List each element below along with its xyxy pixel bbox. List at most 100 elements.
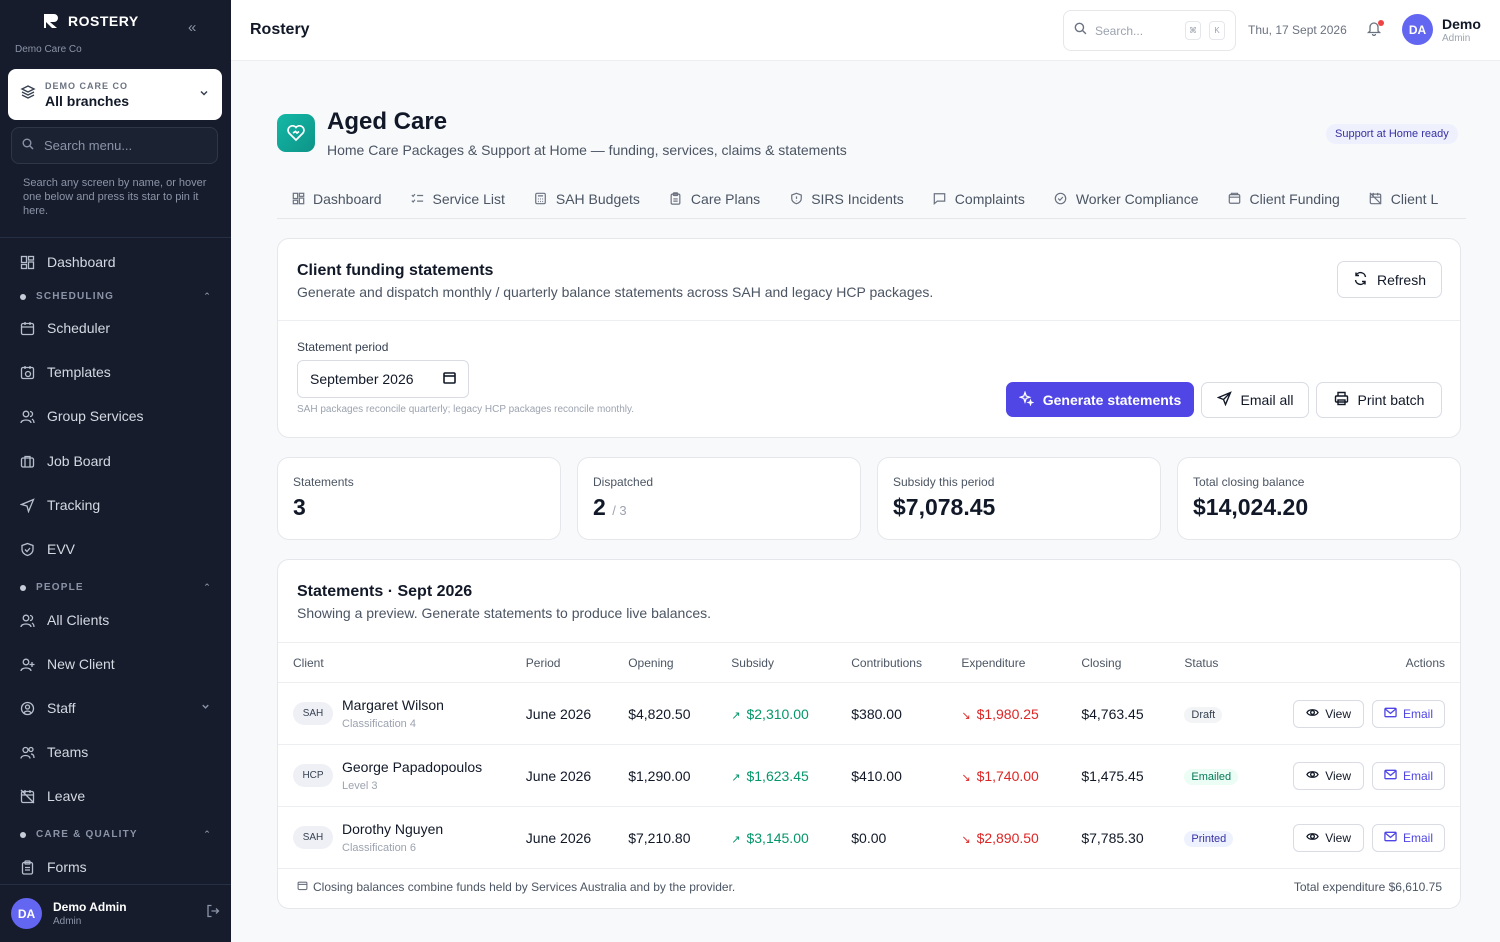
period-month-input[interactable]: September 2026 bbox=[297, 360, 469, 398]
column-header[interactable]: Contributions bbox=[851, 642, 962, 683]
menu-search-input[interactable] bbox=[44, 138, 204, 153]
sidebar-item-label: New Client bbox=[47, 656, 115, 672]
column-header: Actions bbox=[1293, 642, 1460, 683]
client-name[interactable]: Margaret Wilson bbox=[342, 697, 444, 713]
expenditure-value: $1,980.25 bbox=[976, 705, 1039, 722]
wallet-icon bbox=[297, 880, 308, 894]
layers-icon bbox=[20, 84, 36, 105]
sidebar-item-new-client[interactable]: New Client bbox=[8, 646, 222, 682]
menu-search[interactable] bbox=[11, 127, 218, 164]
email-button[interactable]: Email bbox=[1371, 823, 1445, 852]
client-name[interactable]: Dorothy Nguyen bbox=[342, 821, 443, 837]
mail-icon bbox=[1384, 706, 1397, 722]
sidebar-item-all-clients[interactable]: All Clients bbox=[8, 602, 222, 638]
tab-client-leave[interactable]: Client L bbox=[1355, 180, 1453, 217]
user-name: Demo Admin bbox=[53, 900, 127, 914]
view-button[interactable]: View bbox=[1293, 699, 1364, 728]
period-value: September 2026 bbox=[310, 371, 414, 387]
sidebar-item-tracking[interactable]: Tracking bbox=[8, 487, 222, 523]
column-header[interactable]: Subsidy bbox=[731, 642, 852, 683]
refresh-button[interactable]: Refresh bbox=[1337, 261, 1442, 298]
column-header[interactable]: Opening bbox=[628, 642, 732, 683]
stat-statements: Statements 3 bbox=[277, 457, 561, 540]
closing-cell: $1,475.45 bbox=[1081, 744, 1185, 807]
column-header[interactable]: Expenditure bbox=[961, 642, 1082, 683]
client-name[interactable]: George Papadopoulos bbox=[342, 759, 482, 775]
contributions-cell: $380.00 bbox=[851, 682, 962, 745]
sidebar-item-job-board[interactable]: Job Board bbox=[8, 443, 222, 479]
column-header[interactable]: Client bbox=[278, 642, 526, 683]
contributions-cell: $410.00 bbox=[851, 744, 962, 807]
expenditure-value: $1,740.00 bbox=[976, 767, 1039, 784]
user-role: Admin bbox=[1442, 32, 1471, 44]
stat-number: 2 bbox=[593, 494, 606, 520]
tab-sirs-incidents[interactable]: SIRS Incidents bbox=[775, 180, 919, 217]
view-button[interactable]: View bbox=[1293, 823, 1364, 852]
users-icon bbox=[19, 612, 35, 628]
email-all-button[interactable]: Email all bbox=[1201, 382, 1309, 418]
column-header[interactable]: Closing bbox=[1081, 642, 1185, 683]
chevron-down-icon bbox=[198, 87, 210, 102]
view-button[interactable]: View bbox=[1293, 761, 1364, 790]
sidebar-item-group-services[interactable]: Group Services bbox=[8, 398, 222, 434]
generate-statements-button[interactable]: Generate statements bbox=[1006, 382, 1194, 417]
tab-worker-compliance[interactable]: Worker Compliance bbox=[1040, 180, 1214, 217]
search-icon bbox=[22, 137, 34, 155]
stat-value: 2 / 3 bbox=[593, 494, 627, 521]
section-label: CARE & QUALITY bbox=[36, 829, 138, 840]
sidebar-item-dashboard[interactable]: Dashboard bbox=[8, 244, 222, 280]
tab-dashboard[interactable]: Dashboard bbox=[277, 180, 397, 217]
email-button[interactable]: Email bbox=[1371, 761, 1445, 790]
tab-care-plans[interactable]: Care Plans bbox=[655, 180, 775, 217]
sidebar-item-scheduler[interactable]: Scheduler bbox=[8, 310, 222, 346]
sidebar-user[interactable]: DA Demo Admin Admin bbox=[0, 884, 231, 942]
tab-complaints[interactable]: Complaints bbox=[919, 180, 1040, 217]
sidebar-item-leave[interactable]: Leave bbox=[8, 778, 222, 814]
opening-cell: $1,290.00 bbox=[628, 744, 732, 807]
user-menu[interactable]: DA Demo Admin bbox=[1402, 14, 1481, 45]
notification-dot bbox=[1378, 20, 1384, 26]
tab-label: Dashboard bbox=[313, 190, 382, 207]
section-people[interactable]: PEOPLE ⌃ bbox=[20, 582, 212, 593]
tab-label: Service List bbox=[432, 190, 505, 207]
tab-service-list[interactable]: Service List bbox=[397, 180, 520, 217]
page-subtitle: Home Care Packages & Support at Home — f… bbox=[327, 142, 847, 158]
grid-icon bbox=[291, 192, 305, 206]
tab-sah-budgets[interactable]: SAH Budgets bbox=[520, 180, 655, 217]
column-header[interactable]: Status bbox=[1184, 642, 1294, 683]
period-cell: June 2026 bbox=[525, 806, 629, 869]
sidebar-item-templates[interactable]: Templates bbox=[8, 354, 222, 390]
print-batch-button[interactable]: Print batch bbox=[1316, 382, 1442, 418]
avatar: DA bbox=[11, 898, 42, 929]
sidebar-item-staff[interactable]: Staff bbox=[8, 690, 222, 726]
user-plus-icon bbox=[19, 656, 35, 672]
opening-cell: $7,210.80 bbox=[628, 806, 732, 869]
eye-icon bbox=[1306, 768, 1319, 784]
section-scheduling[interactable]: SCHEDULING ⌃ bbox=[20, 291, 212, 302]
section-care-quality[interactable]: CARE & QUALITY ⌃ bbox=[20, 829, 212, 840]
client-classification: Level 3 bbox=[342, 780, 378, 792]
bell-icon[interactable] bbox=[1366, 20, 1384, 38]
status-badge: Emailed bbox=[1184, 768, 1239, 785]
logout-icon[interactable] bbox=[206, 904, 220, 923]
stat-label: Statements bbox=[293, 475, 354, 489]
stat-number: 3 bbox=[293, 494, 306, 520]
column-header[interactable]: Period bbox=[525, 642, 629, 683]
tab-client-funding[interactable]: Client Funding bbox=[1214, 180, 1355, 217]
statements-table: Client Period Opening Subsidy Contributi… bbox=[278, 642, 1460, 869]
sidebar-item-evv[interactable]: EVV bbox=[8, 531, 222, 567]
brand[interactable]: ROSTERY bbox=[42, 12, 139, 30]
table-footer: Closing balances combine funds held by S… bbox=[297, 880, 1442, 894]
email-button[interactable]: Email bbox=[1371, 699, 1445, 728]
expenditure-cell: ↘ $2,890.50 bbox=[961, 806, 1082, 869]
eye-icon bbox=[1306, 830, 1319, 846]
collapse-sidebar-icon[interactable]: « bbox=[188, 20, 196, 36]
sidebar-item-teams[interactable]: Teams bbox=[8, 734, 222, 770]
global-search[interactable]: ⌘ K bbox=[1063, 10, 1236, 51]
stat-closing-balance: Total closing balance $14,024.20 bbox=[1177, 457, 1461, 540]
global-search-input[interactable] bbox=[1095, 23, 1177, 38]
branch-selector[interactable]: DEMO CARE CO All branches bbox=[8, 69, 222, 120]
sidebar-item-forms[interactable]: Forms bbox=[8, 849, 222, 885]
client-classification: Classification 4 bbox=[342, 718, 416, 730]
arrow-down-right-icon: ↘ bbox=[961, 709, 971, 722]
